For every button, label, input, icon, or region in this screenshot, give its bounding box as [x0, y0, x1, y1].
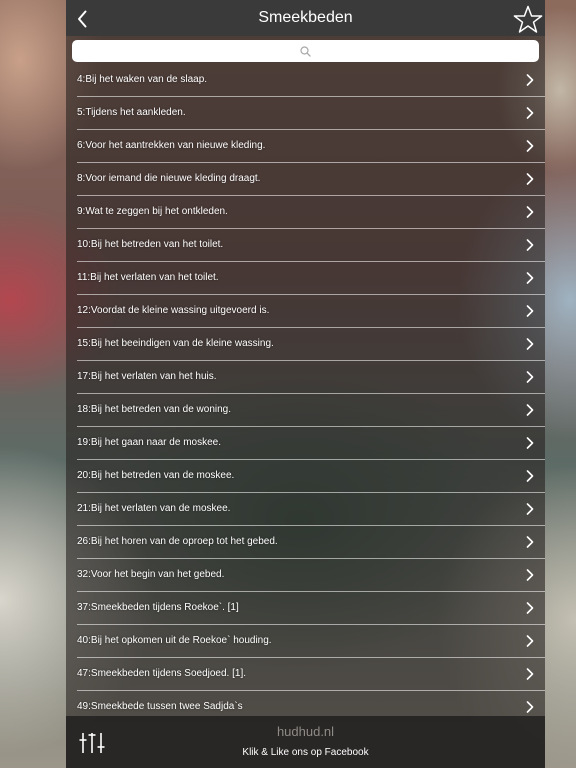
favorite-button[interactable] — [511, 3, 545, 35]
list-item[interactable]: 6:Voor het aantrekken van nieuwe kleding… — [77, 130, 545, 163]
chevron-right-icon — [526, 338, 534, 350]
chevron-right-icon — [526, 140, 534, 152]
list-item[interactable]: 12:Voordat de kleine wassing uitgevoerd … — [77, 295, 545, 328]
list-item-label: 18:Bij het betreden van de woning. — [77, 404, 231, 415]
list-item[interactable]: 47:Smeekbeden tijdens Soedjoed. [1]. — [77, 658, 545, 691]
search-bar — [72, 40, 539, 62]
list-item[interactable]: 18:Bij het betreden van de woning. — [77, 394, 545, 427]
list-item[interactable]: 37:Smeekbeden tijdens Roekoe`. [1] — [77, 592, 545, 625]
list-item-label: 47:Smeekbeden tijdens Soedjoed. [1]. — [77, 668, 247, 679]
chevron-right-icon — [526, 635, 534, 647]
list-item[interactable]: 17:Bij het verlaten van het huis. — [77, 361, 545, 394]
list-item[interactable]: 49:Smeekbede tussen twee Sadjda`s — [77, 691, 545, 716]
list-item[interactable]: 20:Bij het betreden van de moskee. — [77, 460, 545, 493]
page-title: Smeekbeden — [258, 9, 353, 26]
list-item-label: 40:Bij het opkomen uit de Roekoe` houdin… — [77, 635, 272, 646]
list-item-label: 49:Smeekbede tussen twee Sadjda`s — [77, 701, 243, 712]
list-item-label: 26:Bij het horen van de oproep tot het g… — [77, 536, 278, 547]
chevron-right-icon — [526, 470, 534, 482]
list-item-label: 12:Voordat de kleine wassing uitgevoerd … — [77, 305, 270, 316]
list-item-label: 19:Bij het gaan naar de moskee. — [77, 437, 221, 448]
list-item[interactable]: 4:Bij het waken van de slaap. — [77, 64, 545, 97]
chevron-right-icon — [526, 371, 534, 383]
facebook-link[interactable]: Klik & Like ons op Facebook — [66, 747, 545, 758]
list-item[interactable]: 19:Bij het gaan naar de moskee. — [77, 427, 545, 460]
list-item-label: 8:Voor iemand die nieuwe kleding draagt. — [77, 173, 261, 184]
list-item[interactable]: 32:Voor het begin van het gebed. — [77, 559, 545, 592]
brand-label: hudhud.nl — [276, 724, 335, 739]
chevron-right-icon — [526, 107, 534, 119]
chevron-right-icon — [526, 536, 534, 548]
list-item-label: 37:Smeekbeden tijdens Roekoe`. [1] — [77, 602, 239, 613]
list-item[interactable]: 5:Tijdens het aankleden. — [77, 97, 545, 130]
list-item[interactable]: 40:Bij het opkomen uit de Roekoe` houdin… — [77, 625, 545, 658]
list-item[interactable]: 11:Bij het verlaten van het toilet. — [77, 262, 545, 295]
list-item-label: 10:Bij het betreden van het toilet. — [77, 239, 224, 250]
chevron-right-icon — [526, 272, 534, 284]
supplication-list: 4:Bij het waken van de slaap. 5:Tijdens h… — [66, 64, 545, 716]
list-item-label: 6:Voor het aantrekken van nieuwe kleding… — [77, 140, 266, 151]
chevron-right-icon — [526, 668, 534, 680]
list-item[interactable]: 26:Bij het horen van de oproep tot het g… — [77, 526, 545, 559]
list-item[interactable]: 8:Voor iemand die nieuwe kleding draagt. — [77, 163, 545, 196]
chevron-right-icon — [526, 305, 534, 317]
list-item-label: 5:Tijdens het aankleden. — [77, 107, 186, 118]
chevron-right-icon — [526, 437, 534, 449]
chevron-right-icon — [526, 569, 534, 581]
search-input[interactable] — [72, 40, 539, 62]
chevron-right-icon — [526, 74, 534, 86]
list-item[interactable]: 9:Wat te zeggen bij het ontkleden. — [77, 196, 545, 229]
list-item-label: 20:Bij het betreden van de moskee. — [77, 470, 235, 481]
chevron-right-icon — [526, 503, 534, 515]
chevron-right-icon — [526, 602, 534, 614]
list-item-label: 4:Bij het waken van de slaap. — [77, 74, 208, 85]
list-item[interactable]: 15:Bij het beeindigen van de kleine wass… — [77, 328, 545, 361]
list-item-label: 32:Voor het begin van het gebed. — [77, 569, 225, 580]
list-item-label: 21:Bij het verlaten van de moskee. — [77, 503, 231, 514]
chevron-right-icon — [526, 701, 534, 713]
chevron-right-icon — [526, 404, 534, 416]
chevron-right-icon — [526, 206, 534, 218]
list-item-label: 9:Wat te zeggen bij het ontkleden. — [77, 206, 228, 217]
chevron-right-icon — [526, 239, 534, 251]
list-item-label: 17:Bij het verlaten van het huis. — [77, 371, 217, 382]
list-item-label: 11:Bij het verlaten van het toilet. — [77, 272, 219, 283]
list-item-label: 15:Bij het beeindigen van de kleine wass… — [77, 338, 274, 349]
list-item[interactable]: 21:Bij het verlaten van de moskee. — [77, 493, 545, 526]
star-outline-icon — [513, 5, 543, 34]
chevron-right-icon — [526, 173, 534, 185]
list-item[interactable]: 10:Bij het betreden van het toilet. — [77, 229, 545, 262]
